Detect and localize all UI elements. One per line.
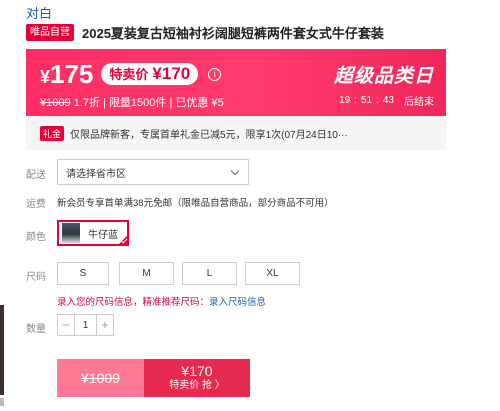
size-option-s[interactable]: S [57, 262, 109, 285]
size-hint-text: 录入您的尺码信息，精准推荐尺码： [57, 297, 210, 308]
info-icon[interactable]: i [208, 68, 222, 81]
adjacent-window-edge [0, 305, 4, 395]
countdown-timer: 19 : 51 : 43 后结束 [339, 95, 434, 108]
color-label: 颜色 [26, 232, 46, 243]
countdown-hours: 19 [339, 95, 351, 106]
chevron-down-icon [230, 166, 240, 176]
price-line: ¥ 175 特卖价 ¥170 i [40, 59, 222, 90]
color-swatch-thumbnail [62, 223, 80, 243]
color-option-denim-blue[interactable]: 牛仔蓝 [57, 220, 129, 246]
original-price: ¥1009 [40, 97, 71, 109]
limit-quantity: 限量1500件 [108, 97, 167, 109]
price-details: ¥1009 1.7折 | 限量1500件 | 已优惠 ¥5 [40, 94, 224, 110]
coupon-bar[interactable]: 礼金 仅限品牌新客，专属首单礼金已减5元，限享1次(07月24日10··· [26, 116, 446, 150]
buy-button-group: ¥1009 ¥170 特卖价 抢 〉 [57, 359, 250, 397]
buy-action-label: 特卖价 抢 〉 [169, 379, 225, 391]
plus-icon[interactable]: + [97, 315, 113, 335]
special-price-badge: 特卖价 ¥170 [101, 62, 199, 85]
enter-size-link[interactable]: 录入尺码信息 [209, 297, 266, 308]
special-price-value: ¥170 [152, 63, 191, 83]
countdown-seconds: 43 [382, 95, 394, 106]
quantity-stepper: − 1 + [57, 314, 114, 336]
region-select[interactable]: 请选择省市区 [57, 159, 249, 185]
color-option-label: 牛仔蓝 [88, 229, 118, 241]
special-price-label: 特卖价 [109, 67, 149, 82]
size-label: 尺码 [26, 272, 46, 283]
saved-amount: 已优惠 ¥5 [175, 97, 224, 109]
current-price: 175 [50, 59, 94, 89]
countdown-label: 后结束 [404, 97, 434, 108]
product-title: 2025夏装复古短袖衬衫阔腿短裤两件套女式牛仔套装 [82, 25, 384, 41]
promo-title: 超级品类日 [333, 66, 434, 87]
coupon-text: 仅限品牌新客，专属首单礼金已减5元，限享1次(07月24日10··· [70, 129, 348, 141]
product-title-row: 唯品自营 2025夏装复古短袖衬衫阔腿短裤两件套女式牛仔套装 [26, 22, 486, 42]
countdown-minutes: 51 [360, 95, 373, 106]
size-option-xl[interactable]: XL [245, 262, 300, 285]
discount-rate: 1.7折 [73, 97, 100, 109]
brand-link[interactable]: 对白 [26, 3, 52, 22]
delivery-label: 配送 [26, 170, 46, 181]
original-price-buy-button[interactable]: ¥1009 [57, 359, 144, 397]
quantity-value[interactable]: 1 [74, 315, 97, 335]
gift-money-tag: 礼金 [40, 125, 65, 141]
self-operated-badge: 唯品自营 [26, 23, 74, 41]
separator: | [169, 97, 173, 109]
size-option-l[interactable]: L [182, 262, 237, 285]
special-price-buy-button[interactable]: ¥170 特卖价 抢 〉 [144, 359, 250, 397]
currency-symbol: ¥ [40, 67, 51, 87]
quantity-label: 数量 [26, 324, 46, 335]
price-banner: ¥ 175 特卖价 ¥170 i ¥1009 1.7折 | 限量1500件 | … [26, 49, 446, 116]
buy-special-price: ¥170 [181, 362, 213, 379]
size-option-m[interactable]: M [119, 262, 174, 285]
region-select-value: 请选择省市区 [66, 168, 126, 180]
minus-icon[interactable]: − [58, 315, 74, 335]
adjacent-window-edge-lower [0, 398, 4, 406]
shipping-label: 运费 [26, 199, 46, 210]
shipping-info: 新会员专享首单满38元免邮（限唯品自营商品，部分商品不可用） [57, 198, 334, 209]
size-recommendation-hint: 录入您的尺码信息，精准推荐尺码：录入尺码信息 [57, 294, 266, 308]
separator: | [103, 97, 106, 109]
